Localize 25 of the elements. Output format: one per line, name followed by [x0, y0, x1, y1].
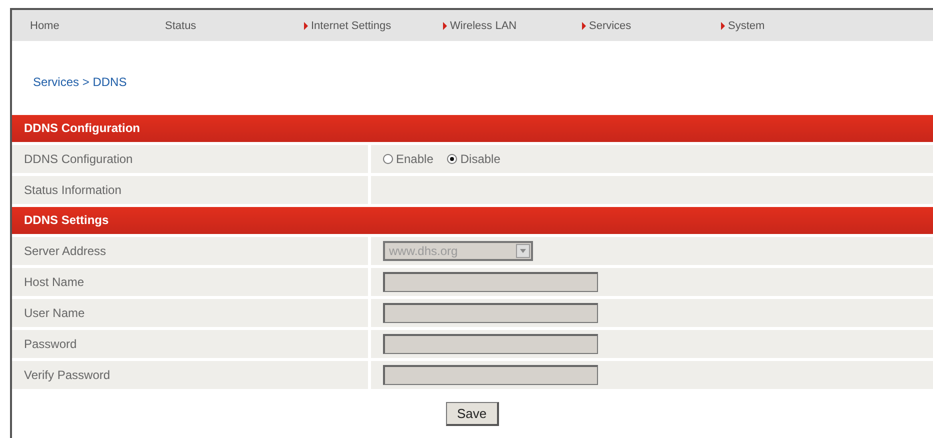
breadcrumb: Services > DDNS — [33, 75, 128, 91]
nav-link[interactable]: Services — [568, 20, 707, 32]
field-label: Password — [12, 330, 368, 358]
triangle-icon — [304, 22, 308, 30]
triangle-icon — [582, 22, 586, 30]
nav-link[interactable]: System — [707, 20, 846, 32]
field-label: Verify Password — [12, 361, 368, 389]
field-label: DDNS Configuration — [12, 145, 368, 173]
nav-link[interactable]: Internet Settings — [290, 20, 429, 32]
field-label: Status Information — [12, 176, 368, 204]
section-header: DDNS Configuration — [12, 115, 933, 142]
section-header: DDNS Settings — [12, 207, 933, 234]
triangle-icon — [443, 22, 447, 30]
field-label: Host Name — [12, 268, 368, 296]
save-button[interactable]: Save — [446, 402, 499, 426]
nav-link[interactable]: Status — [151, 20, 290, 32]
triangle-icon — [721, 22, 725, 30]
field-label: User Name — [12, 299, 368, 327]
nav-link[interactable]: Wireless LAN — [429, 20, 568, 32]
nav-link[interactable]: Home — [12, 20, 151, 32]
radio-button[interactable] — [383, 154, 393, 164]
radio-button[interactable] — [447, 154, 458, 164]
field-label: Server Address — [12, 237, 368, 265]
radio-label: Disable — [460, 152, 500, 166]
radio-label: Enable — [396, 152, 434, 166]
